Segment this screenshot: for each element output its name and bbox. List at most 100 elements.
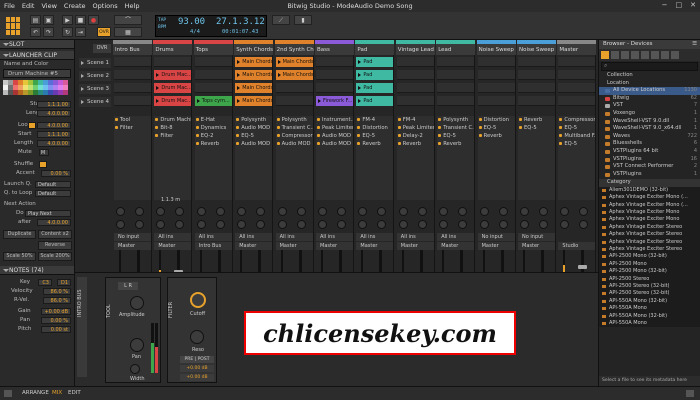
device-item[interactable]: Audio MOD xyxy=(316,140,353,148)
scene-3[interactable]: Scene 3 xyxy=(79,84,111,94)
settings-tab-icon[interactable] xyxy=(671,51,679,59)
tempo-value[interactable]: 93.00 xyxy=(178,17,205,27)
send-knob-2[interactable] xyxy=(337,207,346,216)
send-knob-4[interactable] xyxy=(417,220,427,229)
track-header[interactable]: Drums xyxy=(153,44,193,55)
location-item[interactable]: Bitwig 62 xyxy=(599,95,700,103)
send-knob-4[interactable] xyxy=(296,220,306,229)
device-item[interactable]: Bit-8 xyxy=(154,124,191,132)
input-routing[interactable]: No input xyxy=(518,233,555,241)
browser-menu-icon[interactable]: ☰ xyxy=(692,40,697,49)
location-item[interactable]: Voxengo 1 xyxy=(599,110,700,118)
multisamples-tab-icon[interactable] xyxy=(631,51,639,59)
output-routing[interactable]: Master xyxy=(518,242,555,250)
tap-label[interactable]: TAP xyxy=(158,18,166,23)
device-item[interactable]: Polysynth xyxy=(235,116,272,124)
clip[interactable]: Tops cym... xyxy=(194,96,232,106)
send-knob-4[interactable] xyxy=(135,220,144,229)
mix-tab[interactable]: MIX xyxy=(52,390,62,396)
location-item[interactable]: VSTPlugins 64 bit 4 xyxy=(599,148,700,156)
empty-slot[interactable] xyxy=(194,70,232,80)
send-knob-3[interactable] xyxy=(520,220,529,229)
send-knob-3[interactable] xyxy=(560,220,570,229)
output-routing[interactable]: Master xyxy=(235,242,273,250)
arrange-tab[interactable]: ARRANGE xyxy=(22,390,49,396)
track-header[interactable]: 2nd Synth Ch... xyxy=(274,44,314,55)
plugin-item[interactable]: Aliem301DEMO (32-bit) xyxy=(599,187,700,194)
loop-length-field[interactable]: 4.0.0.00 xyxy=(37,140,71,147)
devices-tab-icon[interactable] xyxy=(601,51,609,59)
send-knob-1[interactable] xyxy=(398,207,408,216)
launch-q-select[interactable]: Default xyxy=(35,181,71,188)
device-item[interactable]: Peak Limiter xyxy=(316,124,353,132)
send-knob-2[interactable] xyxy=(175,207,185,216)
empty-slot[interactable] xyxy=(275,96,313,106)
empty-slot[interactable] xyxy=(477,96,515,106)
menu-edit[interactable]: Edit xyxy=(22,2,35,10)
content-x2-button[interactable]: Content x2 xyxy=(38,230,72,239)
clip-name-field[interactable]: Drum Machine #5 xyxy=(3,69,71,78)
track-header[interactable]: Master xyxy=(557,44,597,55)
clips-tab-icon[interactable] xyxy=(641,51,649,59)
device-item[interactable]: EQ-5 xyxy=(558,140,595,148)
empty-slot[interactable] xyxy=(518,96,555,106)
send-knob-1[interactable] xyxy=(196,207,206,216)
device-item[interactable]: EQ-5 xyxy=(518,124,555,132)
empty-slot[interactable] xyxy=(396,70,434,80)
send-knob-4[interactable] xyxy=(256,220,266,229)
stop-button[interactable]: ■ xyxy=(75,15,86,25)
output-routing[interactable]: Master xyxy=(477,242,515,250)
grid-button[interactable]: ▦ xyxy=(114,27,142,37)
input-routing[interactable]: No input xyxy=(477,233,515,241)
clip[interactable]: Drum Mac... xyxy=(154,83,192,93)
minimize-icon[interactable]: − xyxy=(662,1,668,9)
plugin-item[interactable]: Aphex Vintage Exciter Stereo xyxy=(599,239,700,246)
track-header[interactable]: Noise Sweep 2 xyxy=(517,44,556,55)
device-item[interactable]: Instrument... xyxy=(316,116,353,124)
clip[interactable]: Main Chords xyxy=(275,70,313,80)
track-header[interactable]: Intro Bus xyxy=(113,44,152,55)
device-item[interactable]: Audio MOD xyxy=(235,140,272,148)
device-item[interactable]: Filter xyxy=(154,132,191,140)
palette-swatch[interactable] xyxy=(63,90,68,95)
empty-slot[interactable] xyxy=(477,57,515,67)
reso-knob[interactable] xyxy=(190,330,204,344)
gain-field-1[interactable]: +0.00 dB xyxy=(180,365,214,372)
position-value[interactable]: 27.1.3.12 xyxy=(216,17,265,27)
device-item[interactable]: FM-4 xyxy=(397,116,434,124)
clip[interactable]: Main Chords xyxy=(235,83,273,93)
device-item[interactable]: EQ-5 xyxy=(356,132,393,140)
send-knob-1[interactable] xyxy=(116,207,125,216)
send-knob-2[interactable] xyxy=(539,207,548,216)
open-icon[interactable]: ▤ xyxy=(30,15,41,25)
empty-slot[interactable] xyxy=(437,57,475,67)
device-item[interactable]: Transient C... xyxy=(276,124,313,132)
device-item[interactable]: EQ-5 xyxy=(478,124,515,132)
notes-header[interactable]: NOTES (74) xyxy=(0,266,74,275)
send-knob-3[interactable] xyxy=(318,220,327,229)
layout-toggle-icon[interactable] xyxy=(686,390,694,397)
device-item[interactable]: Reverb xyxy=(478,132,515,140)
menu-options[interactable]: Options xyxy=(93,2,118,10)
send-knob-3[interactable] xyxy=(196,220,206,229)
empty-slot[interactable] xyxy=(437,83,475,93)
send-knob-1[interactable] xyxy=(479,207,489,216)
input-routing[interactable]: All ins xyxy=(194,233,232,241)
empty-slot[interactable] xyxy=(114,96,151,106)
input-routing[interactable]: All ins xyxy=(316,233,353,241)
duplicate-button[interactable]: Duplicate xyxy=(3,230,36,239)
samples-tab-icon[interactable] xyxy=(621,51,629,59)
location-item[interactable]: WaveShell-VST 9.0_x64.dll 1 xyxy=(599,125,700,133)
empty-slot[interactable] xyxy=(518,57,555,67)
clip[interactable]: Main Chords xyxy=(235,96,273,106)
send-knob-3[interactable] xyxy=(358,220,368,229)
track-header[interactable]: Synth Chords xyxy=(234,44,274,55)
start-field[interactable]: 1.1.1.00 xyxy=(37,101,71,108)
after-field[interactable]: 4.0.0.00 xyxy=(37,219,71,226)
empty-slot[interactable] xyxy=(558,70,596,80)
send-knob-2[interactable] xyxy=(498,207,508,216)
send-knob-3[interactable] xyxy=(398,220,408,229)
loop-start-field[interactable]: 1.1.1.00 xyxy=(37,131,71,138)
shuffle-toggle[interactable] xyxy=(39,161,47,168)
scale-200-button[interactable]: Scale 200% xyxy=(38,252,72,261)
